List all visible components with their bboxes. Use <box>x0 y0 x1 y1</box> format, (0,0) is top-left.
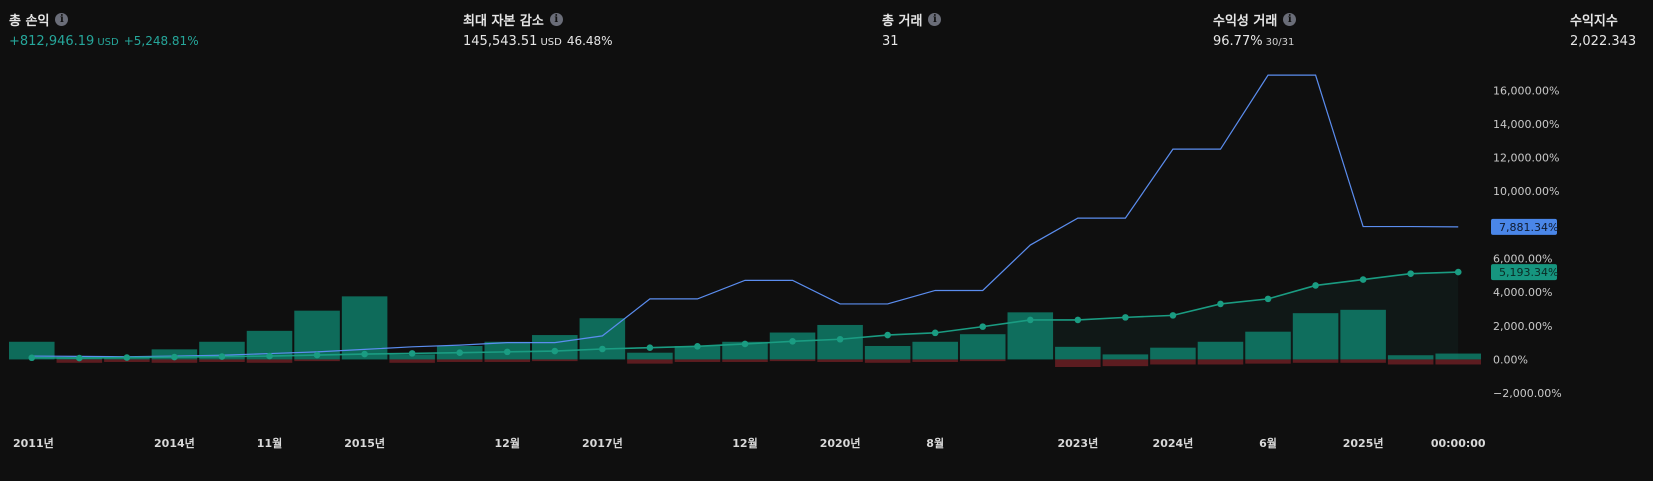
equity-point <box>1074 316 1082 324</box>
bar-negative <box>294 359 340 362</box>
equity-point <box>1169 312 1177 319</box>
bar-negative <box>1055 359 1101 368</box>
equity-point <box>1217 300 1224 308</box>
equity-point <box>979 323 987 330</box>
equity-point <box>1454 268 1462 276</box>
bar-negative <box>246 359 293 363</box>
equity-point <box>694 343 701 350</box>
equity-point <box>218 353 226 360</box>
equity-point <box>456 349 464 357</box>
equity-point <box>408 350 416 357</box>
equity-point <box>1122 314 1129 321</box>
bar-negative <box>1292 359 1339 363</box>
equity-point <box>1407 270 1414 277</box>
bar-negative <box>912 359 958 362</box>
equity-point <box>1312 282 1319 289</box>
x-tick-label: 2024년 <box>1153 436 1194 450</box>
bar-negative <box>436 359 483 362</box>
x-tick-label: 2023년 <box>1057 436 1098 450</box>
bar-negative <box>864 359 911 363</box>
bar-negative <box>1150 359 1196 365</box>
x-tick-label: 6월 <box>1259 436 1277 450</box>
end-value-label: 7,881.34% <box>1499 221 1558 234</box>
bar-negative <box>1197 359 1244 365</box>
equity-point <box>266 352 273 360</box>
x-tick-label: 2025년 <box>1343 436 1384 450</box>
x-tick-label: 8월 <box>926 436 944 450</box>
x-tick-label: 12월 <box>495 436 520 450</box>
equity-point <box>171 353 178 361</box>
bar-negative <box>1387 359 1434 365</box>
y-tick-label: 2,000.00% <box>1493 320 1552 333</box>
equity-point <box>503 348 511 356</box>
equity-point <box>741 340 749 348</box>
x-tick-label: 12월 <box>732 436 757 450</box>
equity-point <box>361 350 368 358</box>
equity-point <box>789 337 796 345</box>
equity-point <box>836 335 844 343</box>
equity-point <box>28 354 36 362</box>
equity-point <box>313 351 321 359</box>
x-tick-label: 2017년 <box>582 436 623 450</box>
y-tick-label: 0.00% <box>1493 353 1528 366</box>
bar-negative <box>1340 359 1386 363</box>
bar-negative <box>389 359 435 363</box>
y-tick-label: 16,000.00% <box>1493 84 1559 97</box>
y-tick-label: 12,000.00% <box>1493 152 1559 165</box>
bar-negative <box>1435 359 1481 365</box>
bar-negative <box>1245 359 1291 364</box>
equity-point <box>76 354 83 362</box>
equity-point <box>599 345 606 353</box>
x-tick-label: 2020년 <box>820 436 861 450</box>
end-value-label: 5,193.34% <box>1499 266 1558 279</box>
equity-point <box>1264 295 1272 303</box>
y-tick-label: −2,000.00% <box>1493 387 1562 400</box>
x-tick-label: 00:00:00 <box>1431 437 1486 450</box>
equity-point <box>1359 276 1367 283</box>
equity-point <box>931 329 939 337</box>
equity-point <box>1026 316 1034 324</box>
x-tick-label: 11월 <box>257 436 282 450</box>
bar-negative <box>627 359 673 364</box>
x-tick-label: 2011년 <box>13 436 54 450</box>
x-tick-label: 2014년 <box>154 436 195 450</box>
bar-negative <box>484 359 531 362</box>
bar-negative <box>1102 359 1149 367</box>
bar-negative <box>817 359 863 362</box>
y-tick-label: 6,000.00% <box>1493 253 1552 266</box>
x-tick-label: 2015년 <box>344 436 385 450</box>
y-tick-label: 4,000.00% <box>1493 286 1552 299</box>
equity-point <box>551 347 559 355</box>
equity-chart: −2,000.00% 0.00% 2,000.00% 4,000.00% 6,000.0… <box>9 74 1562 450</box>
y-tick-label: 14,000.00% <box>1493 118 1559 131</box>
equity-point <box>123 354 131 361</box>
bar-negative <box>674 359 721 362</box>
bar-negative <box>532 359 578 362</box>
bar-negative <box>722 359 768 362</box>
y-tick-label: 10,000.00% <box>1493 185 1559 198</box>
equity-point <box>884 331 891 339</box>
equity-point <box>646 344 654 351</box>
bar-negative <box>769 359 816 362</box>
bar-negative <box>959 359 1006 362</box>
